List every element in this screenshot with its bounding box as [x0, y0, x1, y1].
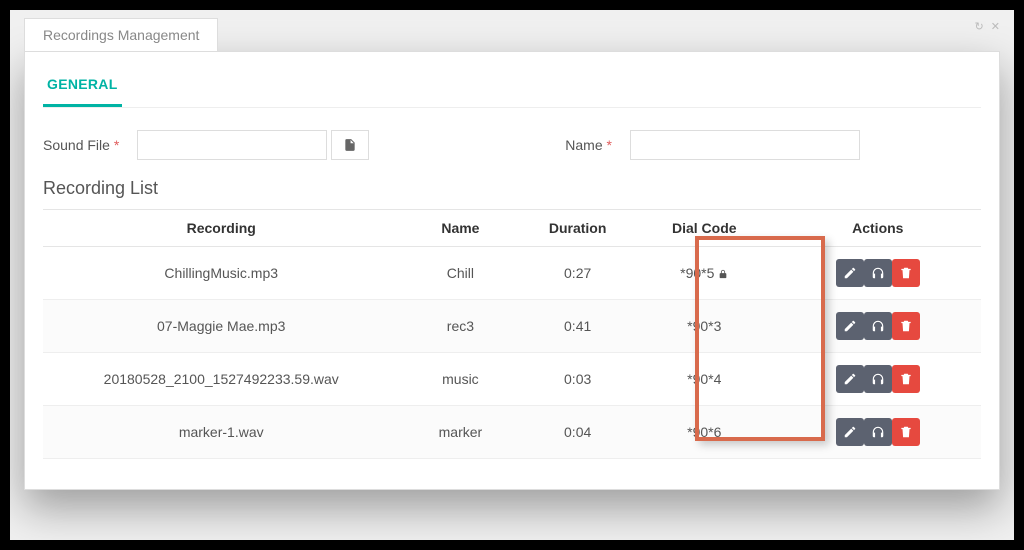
table-row: 07-Maggie Mae.mp3rec30:41*90*3 — [43, 300, 981, 353]
cell-name: Chill — [399, 247, 521, 300]
trash-icon — [899, 266, 913, 280]
headphones-icon — [871, 319, 885, 333]
cell-dial-code: *90*5 — [634, 247, 775, 300]
cell-duration: 0:41 — [521, 300, 634, 353]
listen-button[interactable] — [864, 259, 892, 287]
table-row: ChillingMusic.mp3Chill0:27*90*5 — [43, 247, 981, 300]
cell-actions — [775, 353, 981, 406]
listen-button[interactable] — [864, 365, 892, 393]
cell-actions — [775, 247, 981, 300]
edit-button[interactable] — [836, 312, 864, 340]
col-name: Name — [399, 210, 521, 247]
name-label: Name * — [565, 137, 612, 153]
cell-duration: 0:27 — [521, 247, 634, 300]
refresh-icon[interactable]: ↻ — [975, 21, 984, 33]
cell-name: rec3 — [399, 300, 521, 353]
file-icon — [343, 138, 357, 152]
pencil-icon — [843, 319, 857, 333]
listen-button[interactable] — [864, 418, 892, 446]
trash-icon — [899, 372, 913, 386]
col-duration: Duration — [521, 210, 634, 247]
listen-button[interactable] — [864, 312, 892, 340]
cell-dial-code: *90*3 — [634, 300, 775, 353]
cell-actions — [775, 406, 981, 459]
file-picker-button[interactable] — [331, 130, 369, 160]
tab-general[interactable]: GENERAL — [43, 66, 122, 107]
pencil-icon — [843, 266, 857, 280]
col-recording: Recording — [43, 210, 399, 247]
delete-button[interactable] — [892, 259, 920, 287]
headphones-icon — [871, 372, 885, 386]
col-dial-code: Dial Code — [634, 210, 775, 247]
cell-duration: 0:03 — [521, 353, 634, 406]
headphones-icon — [871, 425, 885, 439]
delete-button[interactable] — [892, 312, 920, 340]
pencil-icon — [843, 425, 857, 439]
edit-button[interactable] — [836, 365, 864, 393]
sound-file-label: Sound File * — [43, 137, 119, 153]
recording-list-title: Recording List — [43, 172, 981, 209]
cell-dial-code: *90*4 — [634, 353, 775, 406]
close-icon[interactable]: ✕ — [991, 21, 1000, 33]
lock-icon — [718, 269, 728, 279]
cell-actions — [775, 300, 981, 353]
table-row: 20180528_2100_1527492233.59.wavmusic0:03… — [43, 353, 981, 406]
headphones-icon — [871, 266, 885, 280]
delete-button[interactable] — [892, 365, 920, 393]
edit-button[interactable] — [836, 259, 864, 287]
sound-file-input[interactable] — [137, 130, 327, 160]
edit-button[interactable] — [836, 418, 864, 446]
delete-button[interactable] — [892, 418, 920, 446]
recording-table: Recording Name Duration Dial Code Action… — [43, 209, 981, 459]
trash-icon — [899, 319, 913, 333]
cell-name: music — [399, 353, 521, 406]
table-row: marker-1.wavmarker0:04*90*6 — [43, 406, 981, 459]
col-actions: Actions — [775, 210, 981, 247]
cell-recording: 20180528_2100_1527492233.59.wav — [43, 353, 399, 406]
panel-title: Recordings Management — [24, 18, 218, 51]
name-input[interactable] — [630, 130, 860, 160]
cell-recording: marker-1.wav — [43, 406, 399, 459]
cell-dial-code: *90*6 — [634, 406, 775, 459]
trash-icon — [899, 425, 913, 439]
cell-recording: 07-Maggie Mae.mp3 — [43, 300, 399, 353]
cell-duration: 0:04 — [521, 406, 634, 459]
cell-name: marker — [399, 406, 521, 459]
cell-recording: ChillingMusic.mp3 — [43, 247, 399, 300]
pencil-icon — [843, 372, 857, 386]
